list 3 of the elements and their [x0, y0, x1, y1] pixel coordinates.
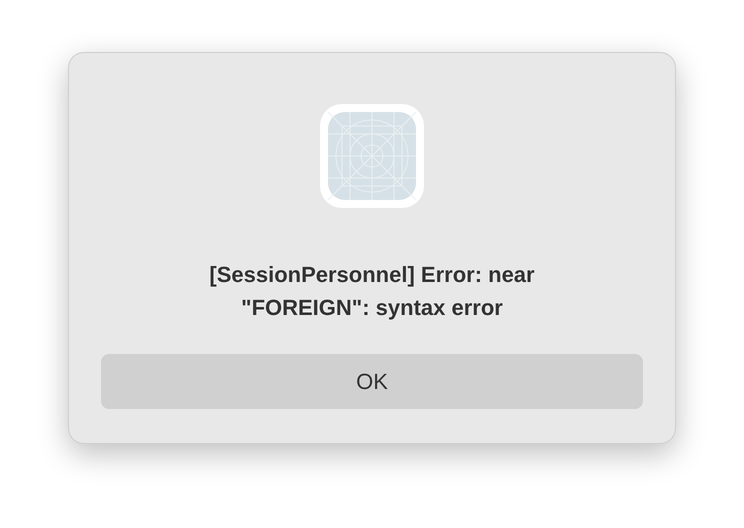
app-icon — [320, 104, 424, 208]
error-message: [SessionPersonnel] Error: near "FOREIGN": syntax error — [208, 261, 536, 322]
ok-button[interactable]: OK — [101, 354, 643, 409]
